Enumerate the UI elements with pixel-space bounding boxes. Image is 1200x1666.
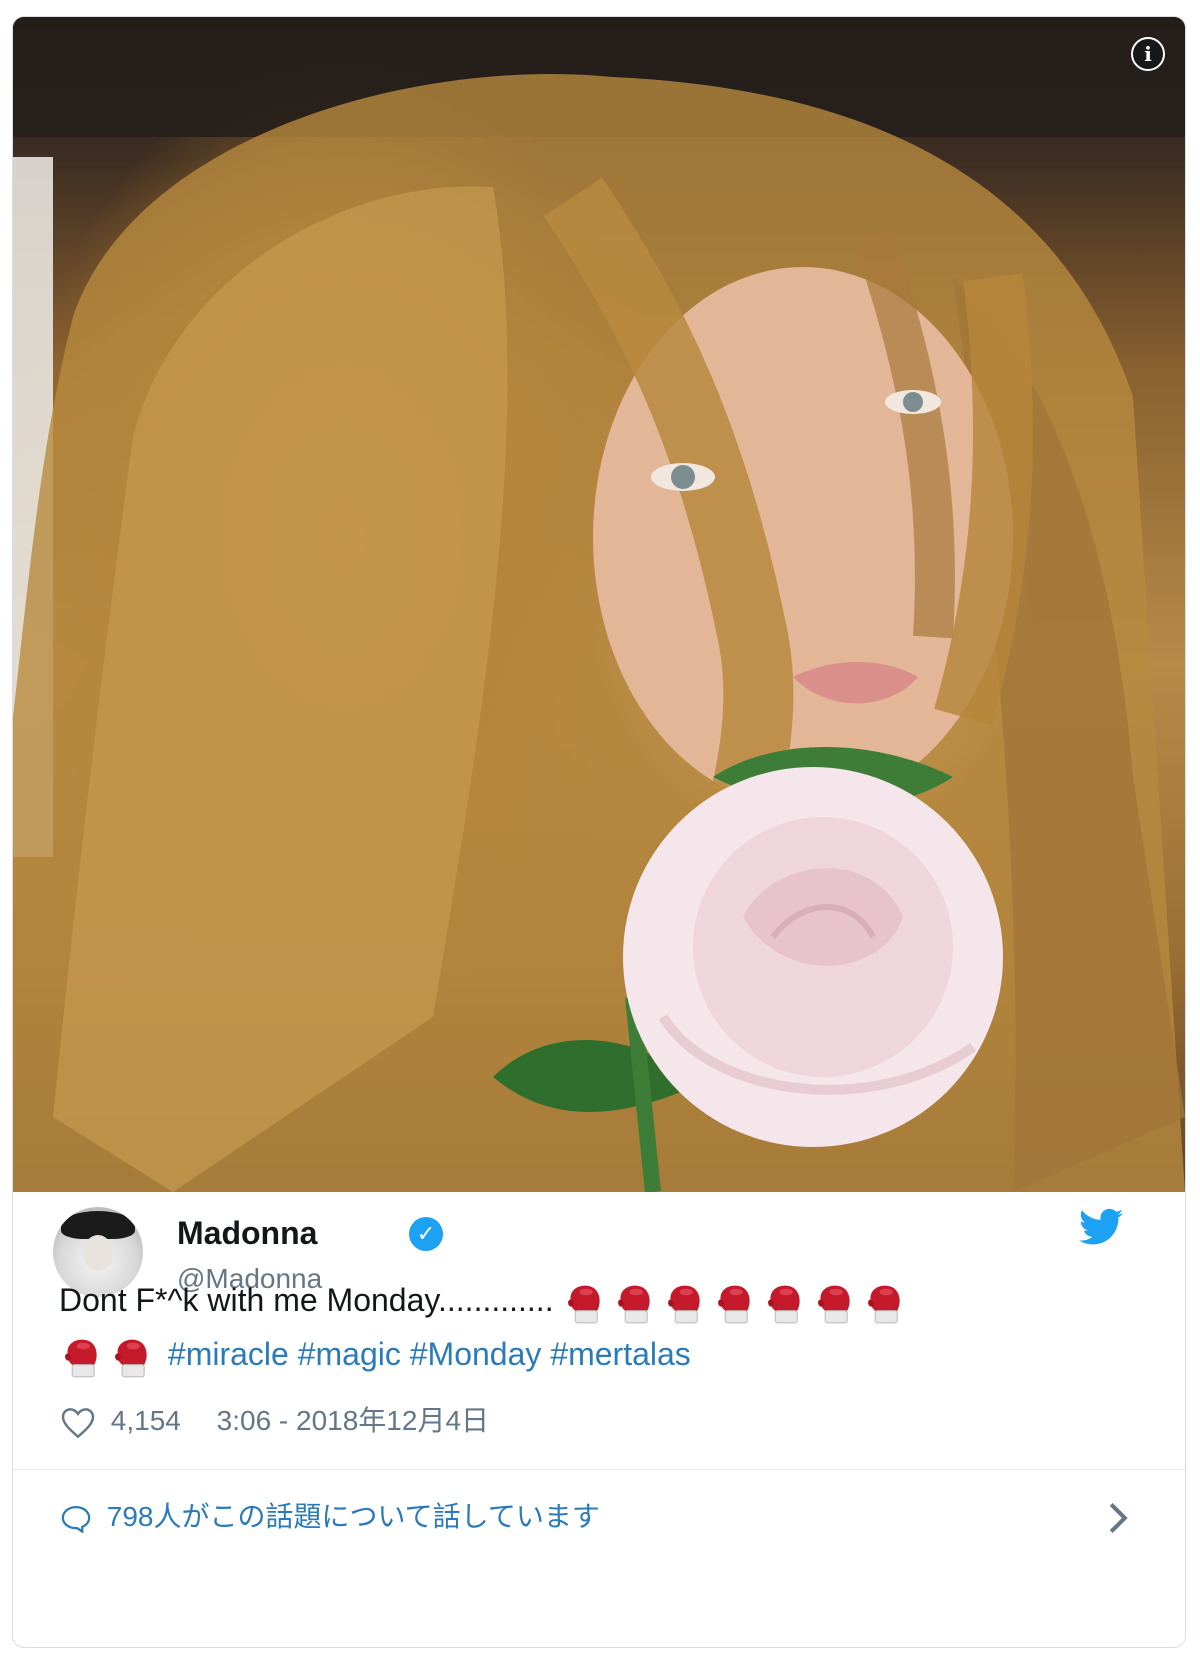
like-count[interactable]: 4,154 [111, 1405, 181, 1436]
tweet-photo[interactable]: i [13, 17, 1185, 1192]
boxing-glove-icon [868, 1285, 901, 1323]
glove-emojis-line2 [59, 1336, 159, 1377]
boxing-glove-icon [618, 1285, 651, 1323]
boxing-glove-icon [568, 1285, 601, 1323]
conversation-text[interactable]: 798人がこの話題について話しています [107, 1501, 600, 1532]
tweet-timestamp[interactable]: 3:06 - 2018年12月4日 [217, 1405, 489, 1436]
embedded-tweet-card[interactable]: i Madonna ✓ @Madonna Dont F*^k with me M… [12, 16, 1186, 1648]
photo-illustration [13, 17, 1185, 1192]
boxing-glove-icon [718, 1285, 751, 1323]
glove-emojis-line1 [562, 1282, 912, 1323]
speech-bubble-icon [61, 1505, 91, 1533]
hashtag-link[interactable]: #miracle [168, 1336, 298, 1372]
tweet-body: Dont F*^k with me Monday............. [59, 1282, 554, 1318]
heart-icon[interactable] [61, 1407, 95, 1438]
hashtag-link[interactable]: #Monday [410, 1336, 551, 1372]
info-icon[interactable]: i [1131, 37, 1165, 71]
boxing-glove-icon [668, 1285, 701, 1323]
boxing-glove-icon [768, 1285, 801, 1323]
boxing-glove-icon [65, 1339, 97, 1377]
chevron-right-icon[interactable] [1107, 1501, 1129, 1535]
conversation-link[interactable]: 798人がこの話題について話しています [61, 1497, 600, 1537]
divider [13, 1469, 1185, 1470]
hashtag-link[interactable]: #mertalas [550, 1336, 691, 1372]
avatar-face [83, 1235, 113, 1271]
tweet-meta: 4,154 3:06 - 2018年12月4日 [61, 1401, 489, 1441]
author-name[interactable]: Madonna [177, 1215, 317, 1252]
verified-badge-icon: ✓ [409, 1217, 443, 1251]
boxing-glove-icon [818, 1285, 851, 1323]
hashtag-list: #miracle #magic #Monday #mertalas [168, 1336, 691, 1372]
twitter-bird-icon[interactable] [1079, 1207, 1123, 1247]
tweet-text: Dont F*^k with me Monday............. #m… [59, 1273, 1139, 1381]
boxing-glove-icon [115, 1339, 147, 1377]
hashtag-link[interactable]: #magic [298, 1336, 410, 1372]
